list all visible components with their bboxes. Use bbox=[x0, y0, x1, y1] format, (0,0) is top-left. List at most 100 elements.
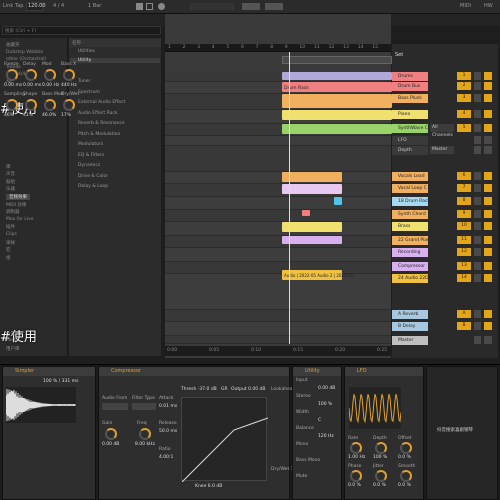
arrangement-lane[interactable] bbox=[165, 136, 391, 146]
track-number[interactable]: 5 bbox=[457, 124, 471, 132]
track-header[interactable]: Depth bbox=[392, 146, 428, 155]
punch-button[interactable] bbox=[242, 3, 260, 10]
arm-button[interactable] bbox=[484, 262, 492, 270]
browser-item[interactable]: Utilities bbox=[78, 49, 95, 54]
lfo-knob[interactable] bbox=[350, 442, 362, 454]
track-header[interactable]: Recording bbox=[392, 248, 428, 257]
lfo-knob[interactable] bbox=[400, 442, 412, 454]
audio-from-select[interactable] bbox=[102, 403, 128, 410]
solo-button[interactable] bbox=[474, 210, 481, 218]
loop-region[interactable] bbox=[190, 3, 234, 10]
track-header[interactable]: Vocal Loop C bbox=[392, 184, 428, 193]
arm-button[interactable] bbox=[484, 248, 492, 256]
track-header[interactable]: Piano bbox=[392, 110, 428, 119]
simpler-knob[interactable] bbox=[63, 99, 75, 111]
browser-sidebar-item[interactable]: 位置 bbox=[6, 331, 15, 337]
browser-item[interactable]: Delay & Loop bbox=[78, 184, 108, 189]
utility-param-value[interactable]: 100 % bbox=[318, 402, 332, 407]
arrangement-position[interactable] bbox=[136, 3, 143, 10]
clip[interactable] bbox=[282, 72, 392, 80]
browser-item[interactable]: Audio Effect Rack bbox=[78, 111, 117, 116]
arm-button[interactable] bbox=[484, 124, 492, 132]
track-number[interactable]: 12 bbox=[457, 248, 471, 256]
simpler-knob[interactable] bbox=[6, 69, 18, 81]
solo-button[interactable] bbox=[474, 310, 481, 318]
stop-button[interactable] bbox=[146, 3, 153, 10]
arrangement-lane[interactable] bbox=[165, 336, 391, 344]
solo-button[interactable] bbox=[474, 110, 481, 118]
browser-item[interactable]: Reverb & Resonance bbox=[78, 121, 125, 126]
clip[interactable] bbox=[282, 172, 342, 182]
simpler-knob[interactable] bbox=[63, 69, 75, 81]
clip[interactable] bbox=[282, 222, 342, 232]
browser-sidebar-item[interactable]: 组 bbox=[6, 255, 11, 261]
track-number[interactable]: 7 bbox=[457, 184, 471, 192]
track-header[interactable]: A Reverb bbox=[392, 310, 428, 319]
lfo-knob[interactable] bbox=[375, 442, 387, 454]
browser-item[interactable]: Dynamics bbox=[78, 163, 100, 168]
lfo-knob[interactable] bbox=[350, 470, 362, 482]
track-header[interactable]: SynthWave C2 bbox=[392, 124, 428, 133]
track-header[interactable]: 24 Audio 22D bbox=[392, 274, 428, 283]
device-drop-area[interactable] bbox=[426, 366, 498, 500]
browser-item[interactable]: Modulators bbox=[78, 142, 103, 147]
gain-knob[interactable] bbox=[105, 428, 117, 440]
arrangement-lane[interactable] bbox=[165, 172, 391, 184]
arm-button[interactable] bbox=[484, 72, 492, 80]
sample-waveform[interactable] bbox=[6, 387, 76, 423]
simpler-knob[interactable] bbox=[44, 69, 56, 81]
browser-sidebar-item[interactable]: Max for Live bbox=[6, 217, 34, 222]
browser-sidebar-item[interactable]: 库 bbox=[6, 164, 11, 170]
arm-button[interactable] bbox=[484, 172, 492, 180]
track-number[interactable]: 6 bbox=[457, 172, 471, 180]
arm-button[interactable] bbox=[484, 322, 492, 330]
solo-button[interactable] bbox=[474, 274, 481, 282]
link-button[interactable]: Link bbox=[3, 3, 13, 9]
simpler-knob[interactable] bbox=[6, 99, 18, 111]
tap-button[interactable]: Tap bbox=[15, 3, 23, 9]
loop-button[interactable] bbox=[265, 3, 283, 10]
track-header[interactable]: Compressor bbox=[392, 262, 428, 271]
arm-button[interactable] bbox=[484, 197, 492, 205]
freq-knob[interactable] bbox=[139, 428, 151, 440]
track-number[interactable]: 4 bbox=[457, 110, 471, 118]
browser-sidebar-item[interactable]: Clips bbox=[6, 232, 17, 237]
browser-sidebar-item[interactable]: 声音 bbox=[6, 171, 15, 177]
track-number[interactable]: B bbox=[457, 322, 471, 330]
arrangement-lane[interactable] bbox=[165, 274, 391, 310]
arrangement-lane[interactable] bbox=[165, 146, 391, 172]
output-readout[interactable]: Output 0.00 dB bbox=[231, 387, 265, 392]
solo-button[interactable] bbox=[474, 322, 481, 330]
lfo-knob[interactable] bbox=[400, 470, 412, 482]
track-number[interactable]: 8 bbox=[457, 197, 471, 205]
arrangement-lane[interactable] bbox=[165, 322, 391, 336]
track-header[interactable]: Drums bbox=[392, 72, 428, 81]
arrangement-lane[interactable] bbox=[165, 262, 391, 274]
utility-param-value[interactable]: 0.00 dB bbox=[318, 386, 335, 391]
browser-sidebar-item[interactable]: 插件 bbox=[6, 224, 15, 230]
solo-button[interactable] bbox=[474, 262, 481, 270]
threshold-readout[interactable]: Thresh -37.0 dB bbox=[181, 387, 217, 392]
track-header[interactable]: 18 Drum Rack bbox=[392, 197, 428, 206]
clip[interactable] bbox=[334, 197, 342, 205]
arm-button[interactable] bbox=[484, 184, 492, 192]
simpler-knob[interactable] bbox=[25, 69, 37, 81]
browser-item[interactable]: Drive & Color bbox=[78, 174, 108, 179]
browser-sidebar-item[interactable]: 鼓组 bbox=[6, 179, 15, 185]
browser-sidebar-item[interactable]: 收藏夹 bbox=[6, 42, 20, 48]
clip[interactable] bbox=[302, 210, 310, 216]
track-number[interactable]: 13 bbox=[457, 262, 471, 270]
arm-button[interactable] bbox=[484, 274, 492, 282]
arrangement-lane[interactable] bbox=[165, 236, 391, 248]
utility-param-value[interactable]: 120 Hz bbox=[318, 434, 334, 439]
browser-sidebar-item[interactable]: MIDI 效果 bbox=[6, 202, 26, 208]
arm-button[interactable] bbox=[484, 94, 492, 102]
track-header[interactable]: Brass bbox=[392, 222, 428, 231]
record-button[interactable] bbox=[158, 3, 165, 10]
track-header[interactable]: Bass Pluck bbox=[392, 94, 428, 103]
clip[interactable] bbox=[282, 124, 392, 134]
browser-sidebar-item[interactable]: 乐器 bbox=[6, 186, 15, 192]
solo-button[interactable] bbox=[474, 197, 481, 205]
track-number[interactable]: 11 bbox=[457, 236, 471, 244]
arm-button[interactable] bbox=[484, 222, 492, 230]
